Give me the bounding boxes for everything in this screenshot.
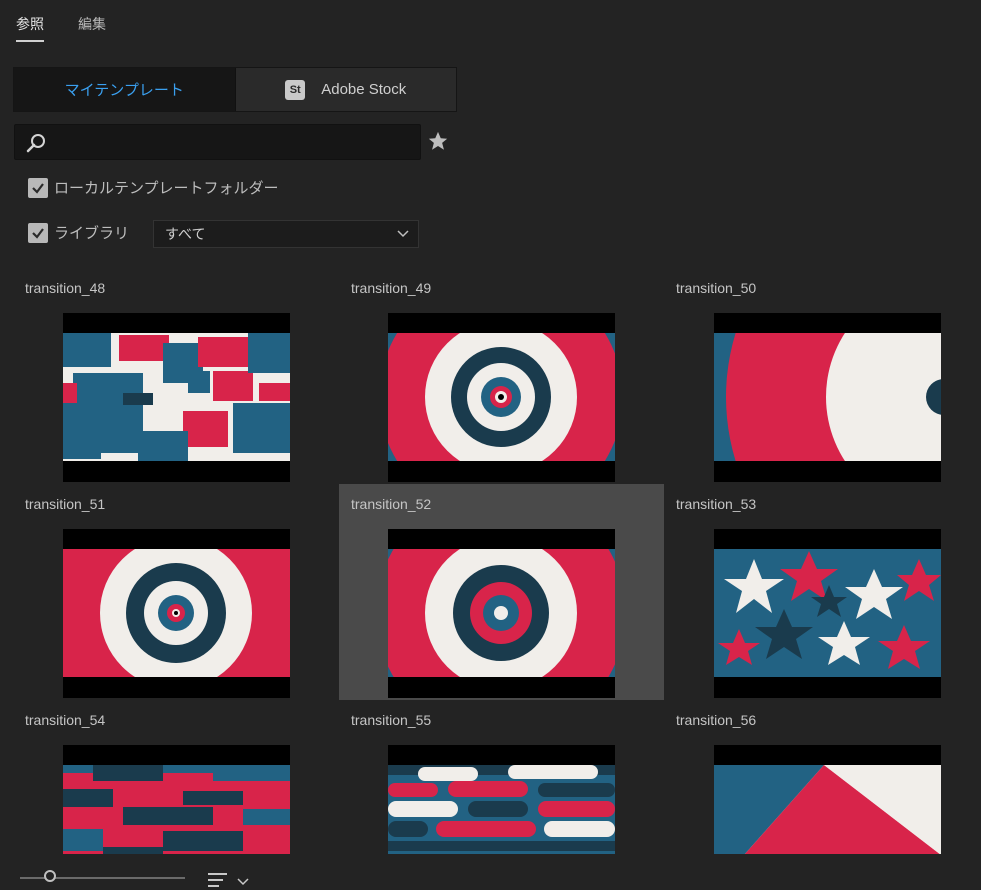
template-name: transition_53 — [676, 496, 757, 512]
template-item[interactable]: transition_49 — [339, 268, 664, 484]
slider-handle[interactable] — [44, 870, 56, 882]
template-item[interactable]: transition_48 — [14, 268, 339, 484]
template-thumbnail — [388, 745, 615, 854]
template-item[interactable]: transition_51 — [14, 484, 339, 700]
template-thumbnail — [388, 313, 615, 482]
template-thumbnail — [63, 529, 290, 698]
template-thumbnail — [714, 745, 941, 854]
adobe-stock-icon: St — [285, 79, 306, 100]
template-thumbnail — [63, 745, 290, 854]
library-select-value: すべて — [165, 226, 206, 242]
local-folder-label: ローカルテンプレートフォルダー — [54, 180, 279, 197]
template-name: transition_49 — [351, 280, 432, 296]
template-thumbnail — [714, 529, 941, 698]
tab-bar: 参照 編集 — [16, 14, 106, 42]
checkmark-icon — [32, 182, 44, 194]
template-name: transition_50 — [676, 280, 757, 296]
template-thumbnail — [714, 313, 941, 482]
template-item[interactable]: transition_50 — [664, 268, 981, 484]
template-name: transition_51 — [25, 496, 106, 512]
adobe-stock-button[interactable]: St Adobe Stock — [235, 68, 456, 111]
template-grid: transition_48 transition_49 transition_5… — [0, 268, 981, 854]
checkmark-icon — [32, 227, 44, 239]
chevron-down-icon — [397, 230, 409, 238]
search-icon — [26, 134, 45, 153]
adobe-stock-label: Adobe Stock — [321, 81, 407, 98]
local-folder-checkbox[interactable] — [28, 177, 48, 198]
template-thumbnail — [388, 529, 615, 698]
favorites-star-icon[interactable] — [427, 130, 449, 152]
template-name: transition_48 — [25, 280, 106, 296]
template-item[interactable]: transition_56 — [664, 700, 981, 854]
template-item[interactable]: transition_53 — [664, 484, 981, 700]
template-name: transition_56 — [676, 712, 757, 728]
template-name: transition_54 — [25, 712, 106, 728]
source-toggle: マイテンプレート St Adobe Stock — [13, 67, 457, 112]
template-name: transition_55 — [351, 712, 432, 728]
library-filter: ライブラリ — [28, 222, 129, 243]
library-select[interactable]: すべて — [153, 220, 419, 248]
template-item-selected[interactable]: transition_52 — [339, 484, 664, 700]
my-templates-label: マイテンプレート — [64, 82, 184, 99]
tab-edit[interactable]: 編集 — [78, 14, 106, 42]
search-input[interactable] — [14, 124, 421, 160]
library-checkbox[interactable] — [28, 222, 48, 243]
bottom-bar — [0, 864, 981, 890]
template-item[interactable]: transition_54 — [14, 700, 339, 854]
library-label: ライブラリ — [54, 225, 130, 242]
tab-browse[interactable]: 参照 — [16, 14, 44, 42]
template-item[interactable]: transition_55 — [339, 700, 664, 854]
local-folder-filter: ローカルテンプレートフォルダー — [28, 177, 279, 198]
my-templates-button[interactable]: マイテンプレート — [14, 68, 236, 111]
sort-menu-icon[interactable] — [207, 872, 251, 890]
template-thumbnail — [63, 313, 290, 482]
template-name: transition_52 — [351, 496, 432, 512]
